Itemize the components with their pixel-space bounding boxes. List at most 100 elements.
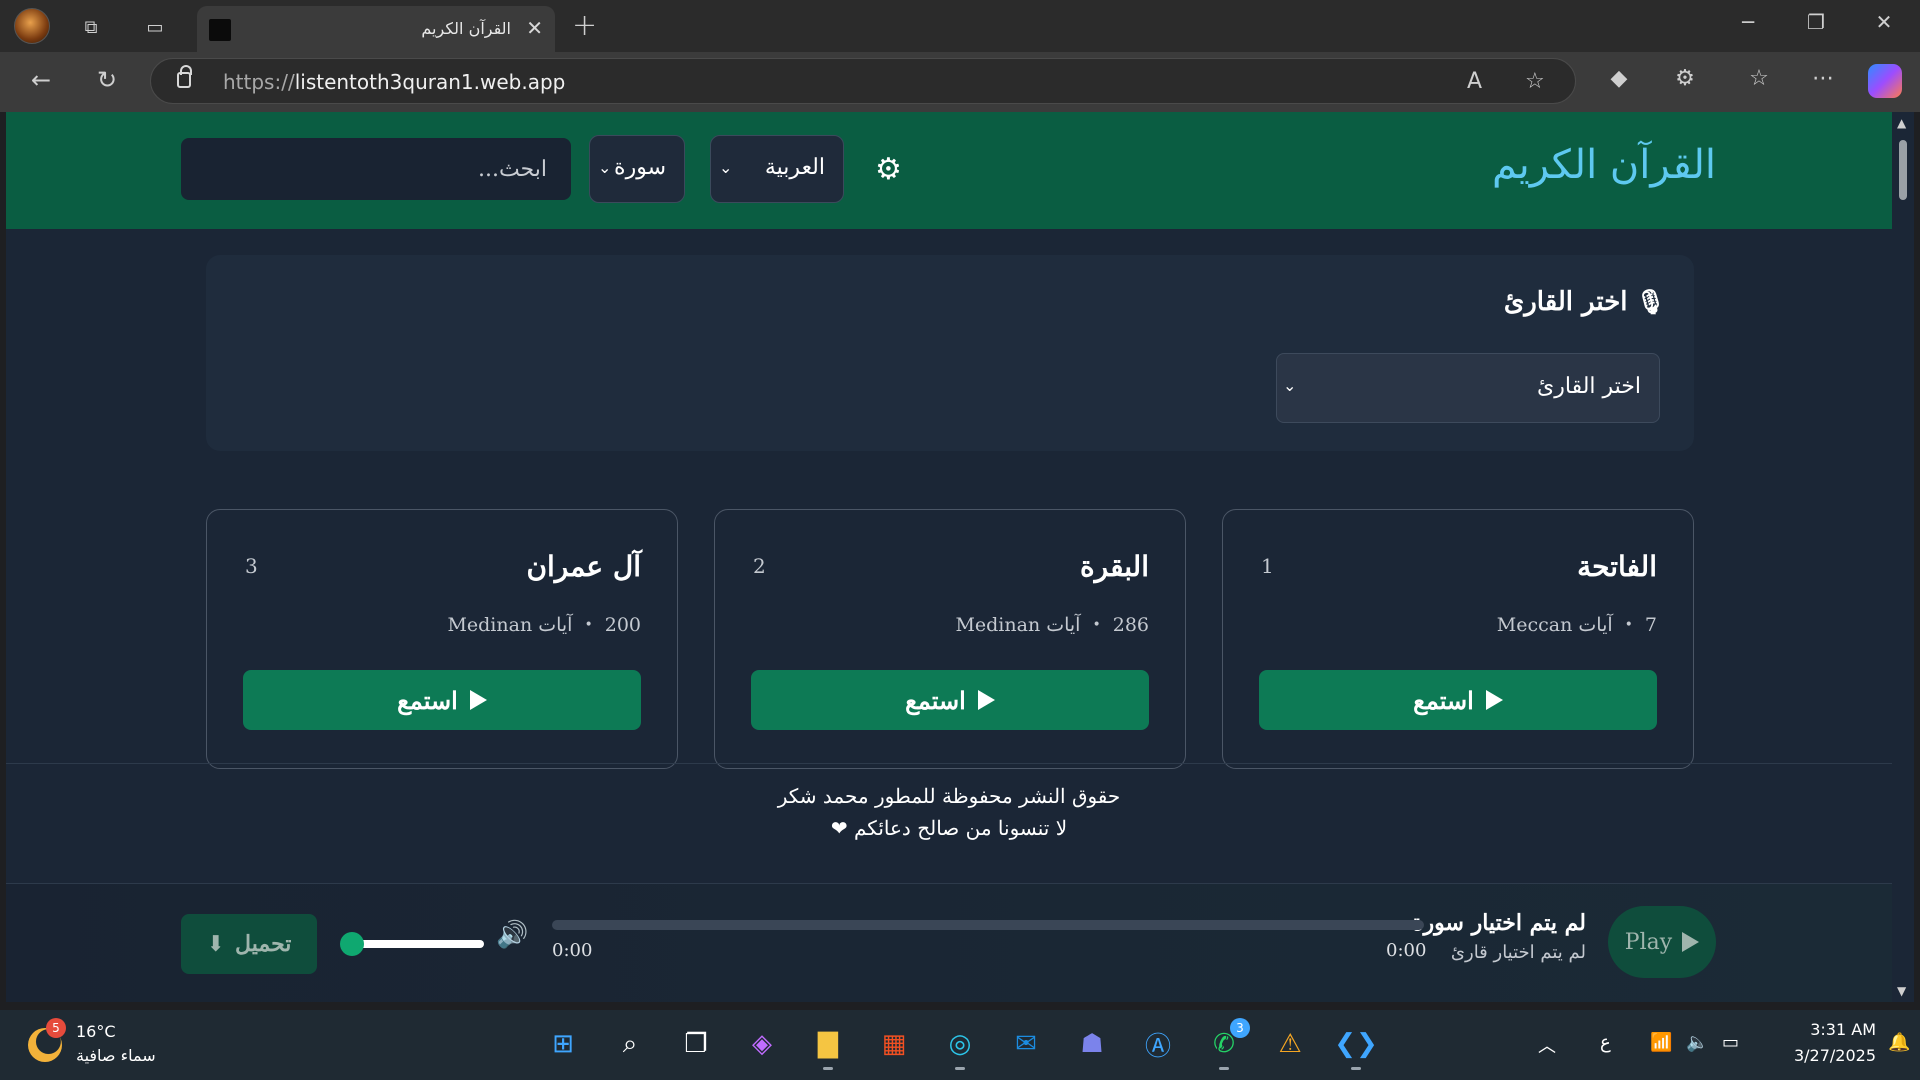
refresh-icon[interactable]: ↻ <box>90 66 124 94</box>
minimize-icon[interactable]: ─ <box>1728 10 1768 34</box>
windows-start-icon[interactable]: ⊞ <box>543 1024 583 1064</box>
surah-card[interactable]: الفاتحة 1 Meccan آيات • 7 استمع <box>1222 509 1694 769</box>
page-scrollbar[interactable]: ▲ ▼ <box>1892 112 1914 1002</box>
scroll-up-icon[interactable]: ▲ <box>1897 116 1906 130</box>
surah-number: 1 <box>1261 554 1274 578</box>
close-window-icon[interactable]: ✕ <box>1864 10 1904 34</box>
microphone-icon: 🎙 <box>1635 287 1666 316</box>
page-viewport: القرآن الكريم ⚙ العربية ⌄ سورة ⌄ 🎙اختر ا… <box>6 112 1892 1002</box>
whatsapp-badge: 3 <box>1230 1018 1250 1038</box>
windows-taskbar: 5 16°C سماء صافية ⊞ ⌕ ❐ ◈ ▇ ▦ ◎ ✉ ☗ Ⓐ ✆ … <box>0 1010 1920 1080</box>
tray-chevron-icon[interactable]: ︿ <box>1538 1032 1556 1058</box>
tab-close-icon[interactable]: ✕ <box>526 16 543 40</box>
app-store-icon[interactable]: Ⓐ <box>1138 1024 1178 1064</box>
surah-number: 3 <box>245 554 258 578</box>
microsoft-store-icon[interactable]: ▦ <box>874 1024 914 1064</box>
chevron-down-icon: ⌄ <box>719 158 733 177</box>
site-brand[interactable]: القرآن الكريم <box>1492 142 1716 188</box>
listen-button[interactable]: استمع <box>751 670 1149 730</box>
scroll-down-icon[interactable]: ▼ <box>1897 984 1906 998</box>
volume-slider-handle[interactable] <box>340 932 364 956</box>
play-button[interactable]: Play <box>1608 906 1716 978</box>
weather-badge: 5 <box>46 1018 66 1038</box>
more-menu-icon[interactable]: ⋯ <box>1806 66 1840 91</box>
notification-bell-icon[interactable]: 🔔 <box>1888 1032 1910 1053</box>
play-icon <box>977 690 995 710</box>
weather-temperature[interactable]: 16°C <box>76 1022 116 1041</box>
tab-actions-icon[interactable]: ▭ <box>138 10 172 44</box>
wifi-icon[interactable]: 📶 <box>1650 1032 1672 1053</box>
speaker-icon[interactable]: 🔈 <box>1686 1032 1708 1053</box>
vscode-icon[interactable]: ❮❯ <box>1334 1024 1378 1070</box>
reciter-heading: 🎙اختر القارئ <box>1503 287 1666 317</box>
url-text[interactable]: https://listentoth3quran1.web.app <box>223 70 565 94</box>
surah-name: الفاتحة <box>1577 550 1657 583</box>
volume-slider[interactable] <box>352 940 484 948</box>
lock-icon[interactable] <box>177 65 192 88</box>
chevron-down-icon: ⌄ <box>1283 376 1297 395</box>
file-explorer-icon[interactable]: ▇ <box>808 1024 848 1070</box>
search-input[interactable] <box>181 138 571 200</box>
download-button[interactable]: تحميل ⬇ <box>181 914 317 974</box>
dua-text: لا تنسونا من صالح دعائكم ❤ <box>830 816 1068 840</box>
site-header: القرآن الكريم ⚙ العربية ⌄ سورة ⌄ <box>6 112 1892 229</box>
reciter-select[interactable]: اختر القارئ ⌄ <box>1276 353 1660 423</box>
surah-card[interactable]: البقرة 2 Medinan آيات • 286 استمع <box>714 509 1186 769</box>
weather-description[interactable]: سماء صافية <box>76 1046 156 1065</box>
listen-button[interactable]: استمع <box>243 670 641 730</box>
surah-meta: Medinan آيات • 200 <box>447 614 641 636</box>
chevron-down-icon: ⌄ <box>598 158 612 177</box>
surah-type: Medinan آيات <box>955 614 1081 636</box>
app-triangle-icon[interactable]: ⚠ <box>1270 1024 1310 1064</box>
edge-icon[interactable]: ◎ <box>940 1024 980 1070</box>
read-aloud-icon[interactable]: A <box>1467 69 1482 94</box>
progress-bar[interactable] <box>552 920 1424 930</box>
address-bar[interactable]: https://listentoth3quran1.web.app A ☆ <box>150 58 1576 104</box>
search-type-value: سورة <box>614 155 666 180</box>
search-type-select[interactable]: سورة ⌄ <box>589 135 685 203</box>
favorite-star-icon[interactable]: ☆ <box>1525 69 1545 94</box>
new-tab-button[interactable]: + <box>572 8 597 43</box>
surah-ayah-count: 7 <box>1644 614 1657 636</box>
listen-button[interactable]: استمع <box>1259 670 1657 730</box>
extension-color-icon[interactable]: ◆ <box>1602 66 1636 91</box>
clock-date[interactable]: 3/27/2025 <box>1770 1046 1876 1065</box>
play-icon <box>1682 932 1700 952</box>
language-select-value: العربية <box>764 155 825 180</box>
audio-player: Play لم يتم اختيار سورة لم يتم اختيار قا… <box>6 883 1892 1002</box>
play-icon <box>1485 690 1503 710</box>
reciter-panel: 🎙اختر القارئ اختر القارئ ⌄ <box>206 255 1694 451</box>
current-time: 0:00 <box>552 940 593 961</box>
surah-meta: Medinan آيات • 286 <box>955 614 1149 636</box>
surah-list: الفاتحة 1 Meccan آيات • 7 استمع البقرة 2 M… <box>206 509 1694 769</box>
clock-time[interactable]: 3:31 AM <box>1786 1020 1876 1039</box>
browser-tab-bar: ⧉ ▭ القرآن الكريم ✕ + ─ ❐ ✕ <box>0 0 1920 52</box>
workspaces-icon[interactable]: ⧉ <box>74 10 108 44</box>
outlook-icon[interactable]: ✉ <box>1006 1024 1046 1064</box>
volume-icon[interactable]: 🔊 <box>496 920 528 950</box>
profile-avatar[interactable] <box>14 8 50 44</box>
battery-icon[interactable]: ▭ <box>1722 1032 1739 1053</box>
extensions-icon[interactable]: ⚙ <box>1668 66 1702 91</box>
copilot-taskbar-icon[interactable]: ◈ <box>742 1024 782 1064</box>
tab-favicon <box>209 19 231 41</box>
copyright-text: حقوق النشر محفوظة للمطور محمد شكر <box>777 784 1121 808</box>
favorites-icon[interactable]: ☆ <box>1742 66 1776 91</box>
keyboard-language[interactable]: ع <box>1600 1032 1611 1053</box>
restore-icon[interactable]: ❐ <box>1796 10 1836 34</box>
teams-icon[interactable]: ☗ <box>1072 1024 1112 1064</box>
settings-gear-icon[interactable]: ⚙ <box>875 152 902 187</box>
download-icon: ⬇ <box>206 931 226 957</box>
back-icon[interactable]: ← <box>24 66 58 94</box>
search-icon[interactable]: ⌕ <box>610 1024 650 1064</box>
surah-name: آل عمران <box>526 550 641 583</box>
surah-ayah-count: 286 <box>1112 614 1149 636</box>
language-select[interactable]: العربية ⌄ <box>710 135 844 203</box>
surah-card[interactable]: آل عمران 3 Medinan آيات • 200 استمع <box>206 509 678 769</box>
now-playing-reciter: لم يتم اختيار قارئ <box>1450 942 1586 963</box>
scrollbar-thumb[interactable] <box>1899 140 1907 200</box>
active-tab[interactable]: القرآن الكريم ✕ <box>197 6 555 52</box>
copilot-icon[interactable] <box>1868 64 1902 98</box>
duration-time: 0:00 <box>1386 940 1427 961</box>
task-view-icon[interactable]: ❐ <box>676 1024 716 1064</box>
